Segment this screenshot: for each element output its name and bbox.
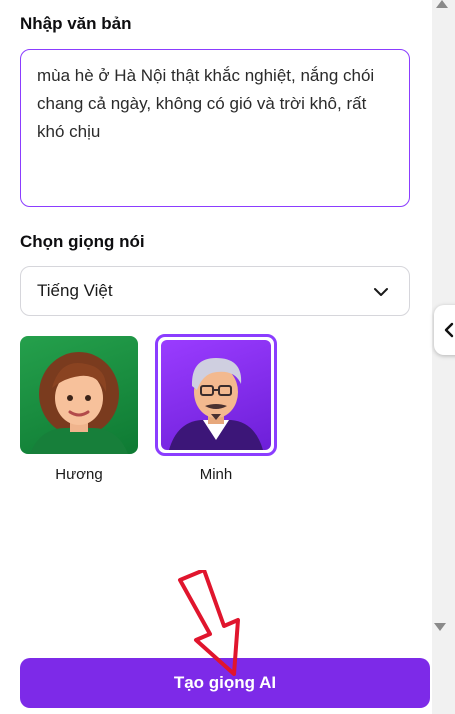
voice-name-minh: Minh	[199, 466, 233, 483]
vertical-scrollbar[interactable]	[432, 0, 455, 714]
collapse-panel-button[interactable]	[434, 305, 455, 355]
text-input-label: Nhập văn bản	[20, 14, 132, 33]
text-input-area[interactable]: mùa hè ở Hà Nội thật khắc nghiệt, nắng c…	[20, 49, 410, 207]
annotation-arrow	[178, 570, 240, 676]
selected-voice-frame	[155, 334, 277, 456]
voice-name-huong: Hương	[55, 466, 103, 483]
chevron-down-icon	[374, 288, 388, 296]
voice-select-label: Chọn giọng nói	[20, 232, 145, 251]
voice-option-minh[interactable]: Minh	[155, 334, 277, 483]
voice-option-huong[interactable]: Hương	[20, 336, 138, 483]
chevron-left-icon	[444, 322, 454, 338]
avatar-huong	[20, 336, 138, 454]
avatar-minh	[161, 340, 271, 450]
scroll-down-arrow[interactable]	[434, 623, 446, 631]
language-dropdown[interactable]: Tiếng Việt	[20, 266, 410, 316]
language-selected-value: Tiếng Việt	[37, 281, 113, 300]
scroll-up-arrow[interactable]	[436, 0, 448, 8]
